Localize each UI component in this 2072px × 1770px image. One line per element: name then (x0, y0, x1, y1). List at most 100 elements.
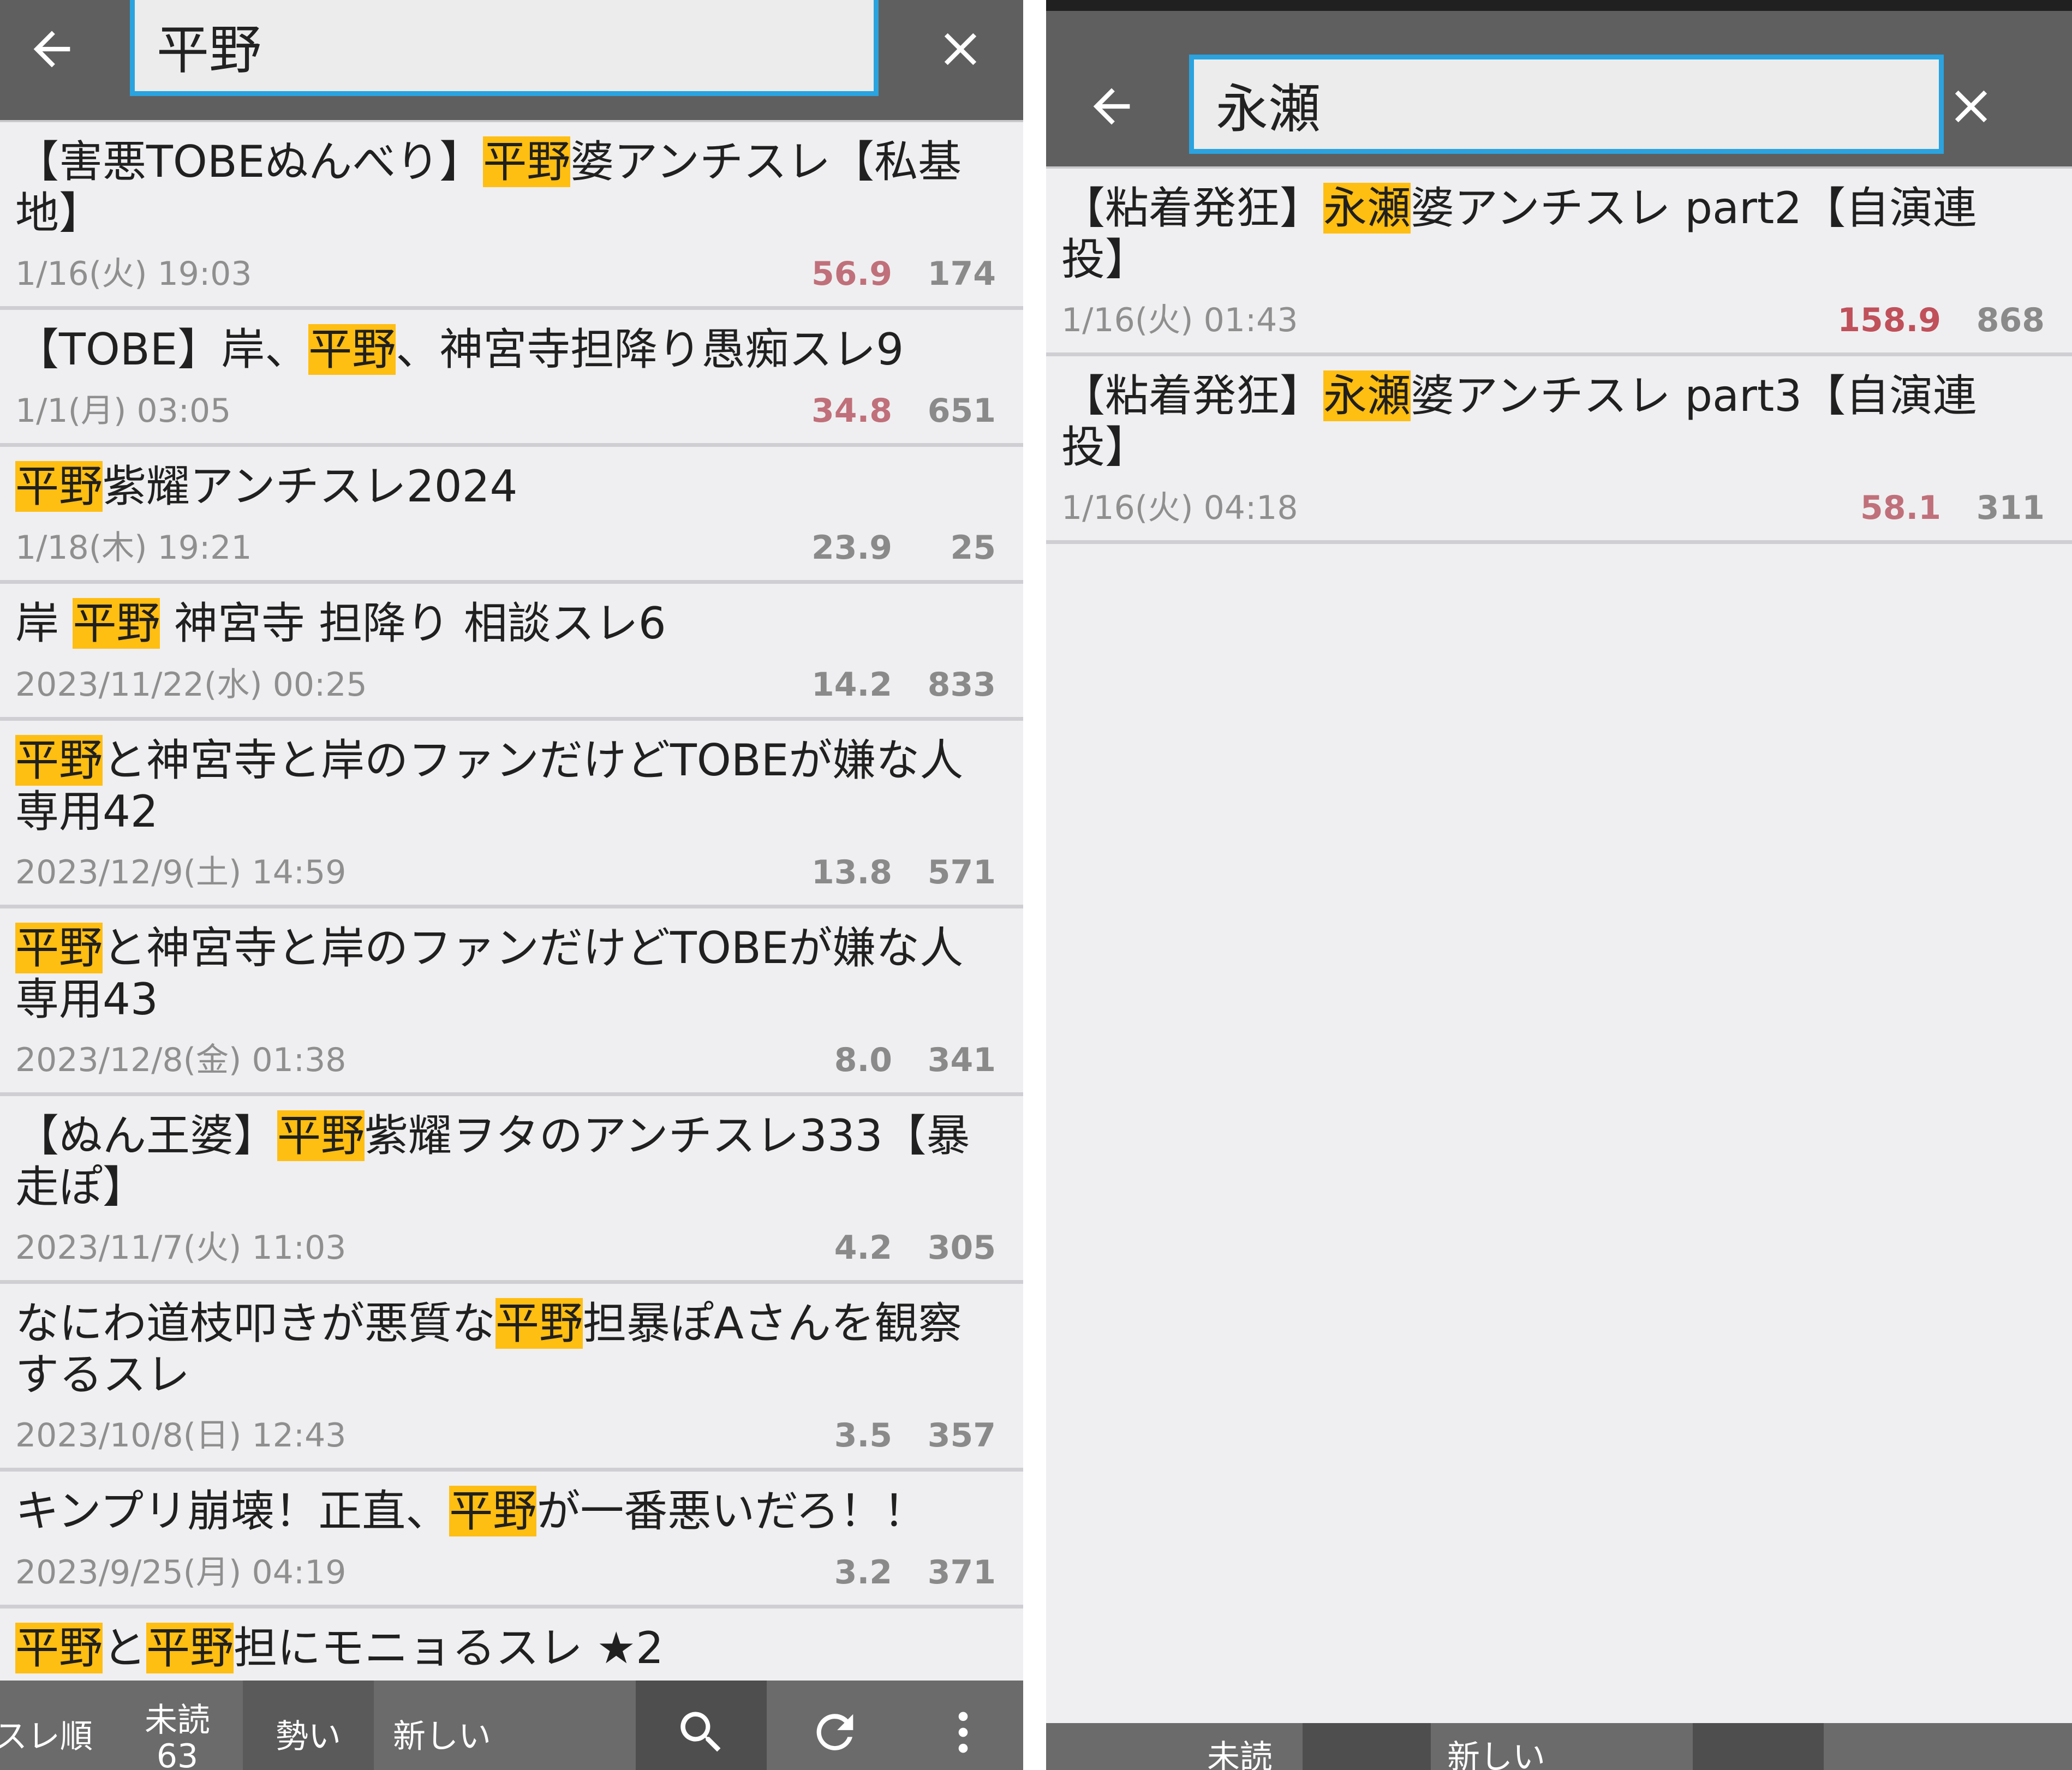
search-query-text: 永瀬 (1216, 78, 1321, 140)
tab-newest-label: 新しい (1447, 1738, 1545, 1770)
thread-count: 305 (927, 1229, 996, 1267)
title-text: と神宮寺と岸のファンだけどTOBEが嫌な人専用43 (15, 923, 964, 1025)
title-text: と神宮寺と岸のファンだけどTOBEが嫌な人専用42 (15, 735, 964, 837)
refresh-button[interactable] (769, 1681, 900, 1770)
search-query-text: 平野 (157, 20, 261, 81)
thread-title: 【粘着発狂】永瀬婆アンチスレ part2【自演連投】 (1061, 183, 2039, 285)
thread-speed: 23.9 (811, 529, 892, 567)
thread-meta: 2023/10/8(日) 12:43 3.5 357 (15, 1416, 996, 1455)
thread-title: 平野と平野担にモニョるスレ ★2 (15, 1623, 990, 1674)
thread-count: 174 (927, 255, 996, 293)
close-button[interactable] (917, 5, 1004, 93)
thread-row[interactable]: 平野と神宮寺と岸のファンだけどTOBEが嫌な人専用43 2023/12/8(金)… (0, 908, 1023, 1096)
more-menu-button[interactable] (903, 1681, 1023, 1770)
title-text: 【害悪TOBEぬんべり】 (15, 136, 483, 187)
tab-sort-order-label: スレ順 (0, 1718, 93, 1756)
thread-meta: 1/1(月) 03:05 34.8 651 (15, 392, 996, 430)
thread-meta: 1/16(火) 01:43 158.9 868 (1061, 301, 2045, 339)
thread-row[interactable]: 【ぬん王婆】平野紫耀ヲタのアンチスレ333【暴走ぽ】 2023/11/7(火) … (0, 1096, 1023, 1284)
search-toolbar: 永瀬 (1046, 11, 2072, 169)
thread-count: 571 (927, 853, 996, 892)
thread-date: 2023/11/7(火) 11:03 (15, 1229, 347, 1267)
close-button[interactable] (1927, 63, 2015, 150)
thread-date: 1/16(火) 04:18 (1061, 489, 1298, 527)
thread-row[interactable]: キンプリ崩壊！正直、平野が一番悪いだろ！！ 2023/9/25(月) 04:19… (0, 1472, 1023, 1608)
thread-meta: 2023/11/22(水) 00:25 14.2 833 (15, 666, 996, 704)
tab-unread-label: 未読 (1207, 1738, 1273, 1770)
thread-row[interactable]: 平野紫耀アンチスレ2024 1/18(木) 19:21 23.9 25 (0, 447, 1023, 584)
title-text: 、神宮寺担降り愚痴スレ9 (396, 324, 904, 375)
thread-meta: 1/18(木) 19:21 23.9 25 (15, 529, 996, 567)
arrow-left-icon (1093, 88, 1130, 125)
thread-row[interactable]: 【TOBE】岸、平野、神宮寺担降り愚痴スレ9 1/1(月) 03:05 34.8… (0, 310, 1023, 447)
thread-list: 【害悪TOBEぬんべり】平野婆アンチスレ【私基地】 1/16(火) 19:03 … (0, 122, 1023, 1745)
tab-unread[interactable]: 未読 63 (115, 1681, 240, 1770)
thread-speed: 34.8 (811, 392, 892, 430)
thread-speed: 8.0 (834, 1041, 892, 1079)
thread-speed: 58.1 (1860, 489, 1941, 527)
search-term-highlight: 平野 (495, 1298, 583, 1349)
thread-meta: 1/16(火) 19:03 56.9 174 (15, 255, 996, 293)
search-term-highlight: 平野 (308, 324, 396, 375)
thread-row[interactable]: 【害悪TOBEぬんべり】平野婆アンチスレ【私基地】 1/16(火) 19:03 … (0, 122, 1023, 310)
thread-title: なにわ道枝叩きが悪質な平野担暴ぽAさんを観察するスレ (15, 1298, 990, 1401)
tab-newest[interactable]: 新しい (377, 1681, 507, 1770)
title-text: 担にモニョるスレ ★2 (234, 1623, 664, 1673)
thread-date: 2023/9/25(月) 04:19 (15, 1553, 347, 1592)
title-text: 岸 (15, 598, 73, 649)
search-term-highlight: 平野 (449, 1486, 537, 1536)
tab-sort-order[interactable]: スレ順 (0, 1681, 109, 1770)
search-button[interactable] (636, 1681, 767, 1770)
thread-row[interactable]: 岸 平野 神宮寺 担降り 相談スレ6 2023/11/22(水) 00:25 1… (0, 584, 1023, 721)
bottom-toolbar: 未読 新しい (1046, 1723, 2072, 1770)
thread-row[interactable]: 【粘着発狂】永瀬婆アンチスレ part3【自演連投】 1/16(火) 04:18… (1046, 356, 2072, 544)
more-vertical-icon (958, 1712, 968, 1753)
search-input[interactable]: 平野 (130, 0, 879, 96)
search-term-highlight: 平野 (15, 923, 103, 973)
thread-meta: 1/16(火) 04:18 58.1 311 (1061, 489, 2045, 527)
thread-title: 【ぬん王婆】平野紫耀ヲタのアンチスレ333【暴走ぽ】 (15, 1110, 990, 1213)
title-text: なにわ道枝叩きが悪質な (15, 1298, 495, 1349)
title-text: 紫耀アンチスレ2024 (103, 461, 518, 512)
thread-speed: 158.9 (1837, 301, 1941, 339)
tab-momentum-label: 勢い (276, 1718, 341, 1756)
thread-count: 371 (927, 1553, 996, 1592)
close-icon (944, 33, 977, 65)
thread-meta: 2023/12/9(土) 14:59 13.8 571 (15, 853, 996, 892)
thread-speed: 4.2 (834, 1229, 892, 1267)
thread-date: 1/16(火) 19:03 (15, 255, 252, 293)
thread-title: 平野と神宮寺と岸のファンだけどTOBEが嫌な人専用43 (15, 923, 990, 1025)
thread-date: 2023/12/9(土) 14:59 (15, 853, 347, 892)
search-term-highlight: 永瀬 (1323, 183, 1411, 234)
tab-momentum[interactable] (1303, 1723, 1431, 1770)
tab-unread[interactable]: 未読 (1177, 1723, 1303, 1770)
thread-title: 【TOBE】岸、平野、神宮寺担降り愚痴スレ9 (15, 324, 990, 375)
search-toolbar: 平野 (0, 0, 1023, 122)
thread-meta: 2023/11/7(火) 11:03 4.2 305 (15, 1229, 996, 1267)
search-term-highlight: 平野 (15, 1623, 103, 1673)
thread-row[interactable]: 【粘着発狂】永瀬婆アンチスレ part2【自演連投】 1/16(火) 01:43… (1046, 169, 2072, 356)
thread-count: 357 (927, 1416, 996, 1455)
back-button[interactable] (1068, 63, 1155, 150)
thread-speed: 13.8 (811, 853, 892, 892)
thread-row[interactable]: 平野と神宮寺と岸のファンだけどTOBEが嫌な人専用42 2023/12/9(土)… (0, 721, 1023, 908)
title-text: 神宮寺 担降り 相談スレ6 (160, 598, 666, 649)
thread-date: 2023/10/8(日) 12:43 (15, 1416, 347, 1455)
search-input[interactable]: 永瀬 (1189, 55, 1944, 154)
search-button[interactable] (1693, 1723, 1824, 1770)
thread-title: 平野と神宮寺と岸のファンだけどTOBEが嫌な人専用42 (15, 735, 990, 838)
back-button[interactable] (8, 5, 95, 93)
tab-momentum[interactable]: 勢い (243, 1681, 374, 1770)
thread-speed: 3.2 (834, 1553, 892, 1592)
search-term-highlight: 平野 (483, 136, 571, 187)
tab-unread-label: 未読 (145, 1701, 210, 1739)
tab-newest-label: 新しい (393, 1718, 491, 1756)
thread-row[interactable]: なにわ道枝叩きが悪質な平野担暴ぽAさんを観察するスレ 2023/10/8(日) … (0, 1284, 1023, 1472)
tab-newest[interactable]: 新しい (1431, 1723, 1562, 1770)
thread-speed: 14.2 (811, 666, 892, 704)
thread-date: 1/16(火) 01:43 (1061, 301, 1298, 339)
search-term-highlight: 平野 (15, 461, 103, 512)
title-text: 【粘着発狂】 (1061, 183, 1323, 234)
thread-title: 【害悪TOBEぬんべり】平野婆アンチスレ【私基地】 (15, 136, 990, 239)
thread-count: 311 (1976, 489, 2045, 527)
